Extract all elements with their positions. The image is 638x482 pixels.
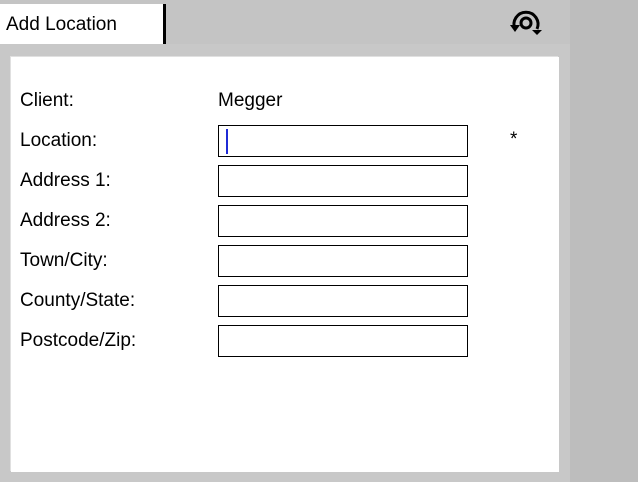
- county-state-label: County/State:: [20, 290, 136, 311]
- required-marker: *: [510, 129, 518, 150]
- rotate-icon[interactable]: [506, 7, 546, 37]
- address2-field[interactable]: [218, 205, 468, 237]
- tab-label: Add Location: [6, 14, 117, 35]
- location-label: Location:: [20, 130, 98, 151]
- right-margin: [570, 0, 638, 482]
- location-field[interactable]: [218, 125, 468, 157]
- client-value: Megger: [218, 90, 283, 111]
- client-label: Client:: [20, 90, 74, 111]
- title-bar: Add Location: [0, 0, 570, 44]
- town-city-label: Town/City:: [20, 250, 108, 271]
- town-city-field[interactable]: [218, 245, 468, 277]
- text-cursor: [226, 129, 228, 154]
- address1-field[interactable]: [218, 165, 468, 197]
- postcode-zip-field[interactable]: [218, 325, 468, 357]
- address2-label: Address 2:: [20, 210, 111, 231]
- county-state-field[interactable]: [218, 285, 468, 317]
- postcode-zip-label: Postcode/Zip:: [20, 330, 137, 351]
- address1-label: Address 1:: [20, 170, 111, 191]
- tab-add-location[interactable]: Add Location: [0, 4, 166, 44]
